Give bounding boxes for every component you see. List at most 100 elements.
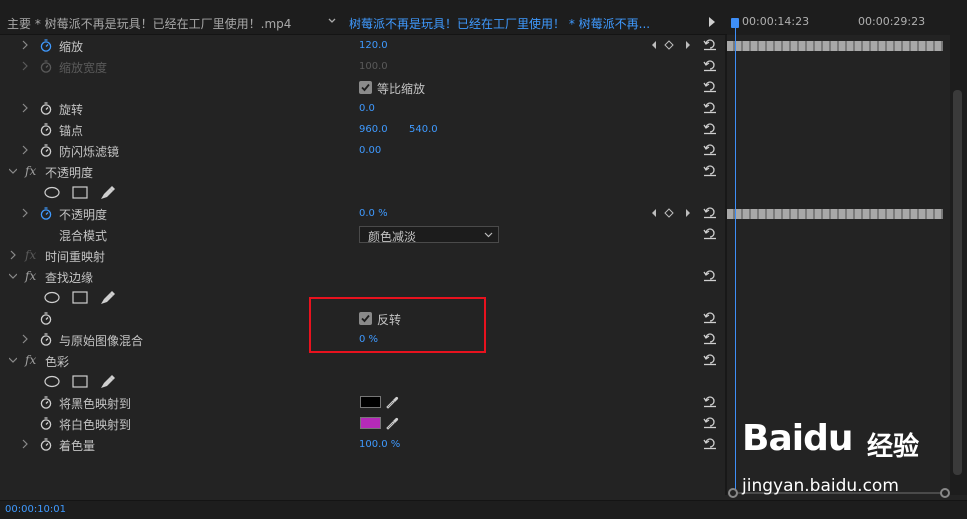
fx-badge[interactable]: fx bbox=[25, 164, 36, 178]
stopwatch-icon[interactable] bbox=[40, 207, 52, 220]
chevron-right-icon[interactable] bbox=[21, 61, 29, 71]
ellipse-mask-icon[interactable] bbox=[44, 290, 60, 305]
property-value[interactable]: 100.0 % bbox=[359, 439, 400, 450]
white-color-swatch[interactable] bbox=[360, 417, 381, 429]
property-value[interactable]: 120.0 bbox=[359, 40, 388, 51]
pen-mask-icon[interactable] bbox=[99, 185, 115, 200]
property-row-scale: 缩放 120.0 bbox=[0, 35, 725, 56]
reset-icon[interactable] bbox=[703, 332, 717, 345]
timeline-ruler[interactable]: 00:00:14:23 00:00:29:23 bbox=[727, 0, 967, 35]
dropdown-value: 颜色减淡 bbox=[368, 230, 417, 244]
property-label: 与原始图像混合 bbox=[59, 334, 144, 348]
blend-mode-dropdown[interactable]: 颜色减淡 bbox=[359, 226, 499, 244]
ellipse-mask-icon[interactable] bbox=[44, 185, 60, 200]
rectangle-mask-icon[interactable] bbox=[72, 290, 88, 305]
reset-icon[interactable] bbox=[703, 143, 717, 156]
stopwatch-icon[interactable] bbox=[40, 396, 52, 409]
uniform-scale-checkbox[interactable] bbox=[359, 81, 372, 94]
stopwatch-icon[interactable] bbox=[40, 417, 52, 430]
pen-mask-icon[interactable] bbox=[99, 374, 115, 389]
highlight-box bbox=[309, 297, 486, 353]
status-bar: 00:00:10:01 bbox=[0, 500, 967, 519]
stopwatch-icon[interactable] bbox=[40, 333, 52, 346]
property-label: 缩放 bbox=[59, 40, 84, 54]
scrollbar-thumb[interactable] bbox=[953, 90, 962, 475]
chevron-right-icon[interactable] bbox=[21, 334, 29, 344]
reset-icon[interactable] bbox=[703, 353, 717, 366]
chevron-right-icon[interactable] bbox=[21, 103, 29, 113]
effect-label: 查找边缘 bbox=[45, 271, 94, 285]
ruler-timecode: 00:00:14:23 bbox=[742, 15, 810, 28]
property-value[interactable]: 0.0 % bbox=[359, 208, 388, 219]
eyedropper-icon[interactable] bbox=[386, 395, 400, 409]
property-row-uniform-scale: 等比缩放 bbox=[0, 77, 725, 98]
reset-icon[interactable] bbox=[703, 38, 717, 51]
ellipse-mask-icon[interactable] bbox=[44, 374, 60, 389]
chevron-right-icon[interactable] bbox=[21, 439, 29, 449]
stopwatch-icon[interactable] bbox=[40, 123, 52, 136]
reset-icon[interactable] bbox=[703, 416, 717, 429]
chevron-down-icon[interactable] bbox=[328, 17, 336, 25]
chevron-right-icon[interactable] bbox=[21, 145, 29, 155]
property-label: 缩放宽度 bbox=[59, 61, 108, 75]
effect-section-find-edges[interactable]: fx 查找边缘 bbox=[0, 266, 725, 287]
checkbox-label: 等比缩放 bbox=[377, 82, 426, 96]
black-color-swatch[interactable] bbox=[360, 396, 381, 408]
chevron-right-icon[interactable] bbox=[21, 208, 29, 218]
keyframe-track-opacity[interactable] bbox=[727, 209, 943, 219]
fx-badge[interactable]: fx bbox=[25, 269, 36, 283]
stopwatch-icon[interactable] bbox=[40, 144, 52, 157]
reset-icon[interactable] bbox=[703, 227, 717, 240]
reset-icon[interactable] bbox=[703, 122, 717, 135]
effect-section-time-remap[interactable]: fx 时间重映射 bbox=[0, 245, 725, 266]
chevron-right-icon[interactable] bbox=[21, 40, 29, 50]
reset-icon[interactable] bbox=[703, 437, 717, 450]
reset-icon[interactable] bbox=[703, 80, 717, 93]
stopwatch-icon[interactable] bbox=[40, 39, 52, 52]
anchor-y-value[interactable]: 540.0 bbox=[409, 124, 438, 135]
chevron-down-icon[interactable] bbox=[9, 166, 17, 176]
pen-mask-icon[interactable] bbox=[99, 290, 115, 305]
reset-icon[interactable] bbox=[703, 59, 717, 72]
zoom-handle-left[interactable] bbox=[728, 488, 738, 498]
reset-icon[interactable] bbox=[703, 101, 717, 114]
ruler-timecode: 00:00:29:23 bbox=[858, 15, 926, 28]
property-row-antiflicker: 防闪烁滤镜 0.00 bbox=[0, 140, 725, 161]
effect-section-opacity[interactable]: fx 不透明度 bbox=[0, 161, 725, 182]
property-value[interactable]: 0.00 bbox=[359, 145, 381, 156]
property-value: 100.0 bbox=[359, 61, 388, 72]
chevron-down-icon[interactable] bbox=[9, 271, 17, 281]
keyframe-navigator-icon[interactable] bbox=[650, 40, 690, 50]
source-clip-tab[interactable]: 主要 * 树莓派不再是玩具！已经在工厂里使用！.mp4 bbox=[7, 15, 291, 32]
keyframe-track-scale[interactable] bbox=[727, 41, 943, 51]
chevron-right-icon[interactable] bbox=[9, 250, 17, 260]
anchor-x-value[interactable]: 960.0 bbox=[359, 124, 388, 135]
property-label: 防闪烁滤镜 bbox=[59, 145, 120, 159]
sequence-clip-tab[interactable]: 树莓派不再是玩具！已经在工厂里使用！ * 树莓派不再... bbox=[349, 15, 697, 32]
reset-icon[interactable] bbox=[703, 269, 717, 282]
rectangle-mask-icon[interactable] bbox=[72, 374, 88, 389]
stopwatch-icon[interactable] bbox=[40, 438, 52, 451]
vertical-scrollbar[interactable] bbox=[950, 35, 967, 495]
property-value[interactable]: 0.0 bbox=[359, 103, 375, 114]
playhead-handle[interactable] bbox=[731, 18, 739, 28]
keyframe-navigator-icon[interactable] bbox=[650, 208, 690, 218]
reset-icon[interactable] bbox=[703, 206, 717, 219]
property-row-blend-mode: 混合模式 颜色减淡 bbox=[0, 224, 725, 245]
current-timecode[interactable]: 00:00:10:01 bbox=[5, 504, 66, 515]
fx-badge[interactable]: fx bbox=[25, 353, 36, 367]
rectangle-mask-icon[interactable] bbox=[72, 185, 88, 200]
stopwatch-icon[interactable] bbox=[40, 312, 52, 325]
reset-icon[interactable] bbox=[703, 164, 717, 177]
effect-section-tint[interactable]: fx 色彩 bbox=[0, 350, 725, 371]
baidu-watermark: Baidu 经验 jingyan.baidu.com bbox=[742, 418, 952, 498]
watermark-cn: 经验 bbox=[867, 432, 920, 462]
effect-label: 不透明度 bbox=[45, 166, 94, 180]
reset-icon[interactable] bbox=[703, 395, 717, 408]
chevron-down-icon[interactable] bbox=[9, 355, 17, 365]
reset-icon[interactable] bbox=[703, 311, 717, 324]
watermark-url: jingyan.baidu.com bbox=[742, 476, 899, 496]
stopwatch-icon[interactable] bbox=[40, 102, 52, 115]
play-triangle-icon[interactable] bbox=[708, 17, 716, 27]
eyedropper-icon[interactable] bbox=[386, 416, 400, 430]
